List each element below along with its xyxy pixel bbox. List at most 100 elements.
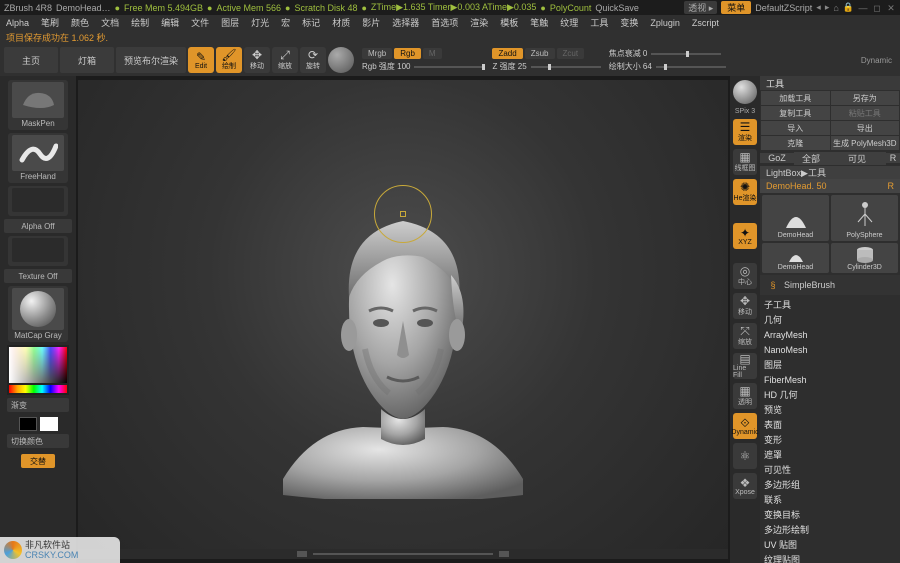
menu-工具[interactable]: 工具 xyxy=(590,16,608,29)
alpha-picker[interactable] xyxy=(8,186,68,216)
rgb-chip[interactable]: Rgb xyxy=(394,48,421,59)
material-picker[interactable]: MatCap Gray xyxy=(8,286,68,342)
menu-颜色[interactable]: 颜色 xyxy=(71,16,89,29)
z-intensity-slider[interactable]: Z 强度 25 xyxy=(492,61,600,72)
edit-mode-button[interactable]: ✎Edit xyxy=(188,47,214,73)
frame-button[interactable]: ◎中心 xyxy=(733,263,757,289)
zsub-chip[interactable]: Zsub xyxy=(525,48,555,59)
rotate-mode-button[interactable]: ⟳旋转 xyxy=(300,47,326,73)
menu-变换[interactable]: 变换 xyxy=(620,16,638,29)
paste-tool-button[interactable]: 粘贴工具 xyxy=(831,106,900,120)
menu-选择器[interactable]: 选择器 xyxy=(392,16,419,29)
accordion-item[interactable]: 几何 xyxy=(764,312,896,327)
load-tool-button[interactable]: 加载工具 xyxy=(761,91,830,105)
material-preview-sphere[interactable] xyxy=(733,80,757,104)
gradient-button[interactable]: 渐变 xyxy=(7,398,69,412)
accordion-item[interactable]: 表面 xyxy=(764,417,896,432)
make-polymesh-button[interactable]: 生成 PolyMesh3D xyxy=(831,136,900,150)
maximize-icon[interactable]: ◻ xyxy=(872,3,882,13)
history-back-icon[interactable]: ◂ xyxy=(816,2,821,13)
accordion-item[interactable]: 联系 xyxy=(764,492,896,507)
move-mode-button[interactable]: ✥移动 xyxy=(244,47,270,73)
import-button[interactable]: 导入 xyxy=(761,121,830,135)
draw-mode-button[interactable]: 🖌绘制 xyxy=(216,47,242,73)
zadd-chip[interactable]: Zadd xyxy=(492,48,522,59)
menu-图层[interactable]: 图层 xyxy=(221,16,239,29)
tool-thumb-demohead[interactable]: DemoHead xyxy=(762,195,829,241)
menu-文档[interactable]: 文档 xyxy=(101,16,119,29)
color-hue-strip[interactable] xyxy=(9,385,67,393)
texture-picker[interactable] xyxy=(8,236,68,266)
wireframe-button[interactable]: ▦线框图 xyxy=(733,149,757,175)
menu-纹理[interactable]: 纹理 xyxy=(560,16,578,29)
timeline-track[interactable] xyxy=(313,553,493,555)
simplebrush-row[interactable]: § SimpleBrush xyxy=(760,275,900,295)
bpr-button[interactable]: 预览布尔渲染 xyxy=(116,47,186,73)
menu-alpha[interactable]: Alpha xyxy=(6,18,29,28)
viewport[interactable] xyxy=(78,80,728,559)
menu-文件[interactable]: 文件 xyxy=(191,16,209,29)
accordion-item[interactable]: 子工具 xyxy=(764,297,896,312)
menu-模板[interactable]: 模板 xyxy=(500,16,518,29)
accordion-item[interactable]: 多边形绘制 xyxy=(764,522,896,537)
current-tool-header[interactable]: DemoHead. 50 R xyxy=(760,179,900,193)
accordion-item[interactable]: 纹理贴图 xyxy=(764,552,896,563)
perspective-toggle[interactable]: 透视 ▸ xyxy=(684,1,717,14)
color-picker[interactable] xyxy=(7,345,69,395)
stroke-picker[interactable]: FreeHand xyxy=(8,133,68,183)
color-sv-field[interactable] xyxy=(9,347,67,383)
minimize-icon[interactable]: — xyxy=(858,3,868,13)
dynamic-toggle[interactable]: Dynamic xyxy=(861,56,892,65)
accordion-item[interactable]: 预览 xyxy=(764,402,896,417)
timeline-next-icon[interactable] xyxy=(499,551,509,557)
lightbox-button[interactable]: 灯箱 xyxy=(60,47,114,73)
accordion-item[interactable]: HD 几何 xyxy=(764,387,896,402)
menu-绘制[interactable]: 绘制 xyxy=(131,16,149,29)
copy-tool-button[interactable]: 复制工具 xyxy=(761,106,830,120)
mrgb-chip[interactable]: Mrgb xyxy=(362,48,392,59)
lightbox-tools-button[interactable]: LightBox▶工具 xyxy=(760,166,900,179)
accordion-item[interactable]: 变换目标 xyxy=(764,507,896,522)
default-zscript[interactable]: DefaultZScript xyxy=(755,3,812,13)
xyz-button[interactable]: ✦XYZ xyxy=(733,223,757,249)
menu-影片[interactable]: 影片 xyxy=(362,16,380,29)
move-canvas-button[interactable]: ✥移动 xyxy=(733,293,757,319)
swatch-primary[interactable] xyxy=(40,417,58,431)
alpha-off-button[interactable]: Alpha Off xyxy=(4,219,72,233)
alternate-button[interactable]: 交替 xyxy=(21,454,55,468)
render-bpr-button[interactable]: ☰渲染 xyxy=(733,119,757,145)
rgb-intensity-slider[interactable]: Rgb 强度 100 xyxy=(362,61,484,72)
accordion-item[interactable]: ArrayMesh xyxy=(764,327,896,342)
m-chip[interactable]: M xyxy=(423,48,442,59)
goz-visible-button[interactable]: 可见 xyxy=(828,152,886,165)
export-button[interactable]: 导出 xyxy=(831,121,900,135)
menu-首选项[interactable]: 首选项 xyxy=(431,16,458,29)
current-material-swatch[interactable] xyxy=(328,47,354,73)
timeline-prev-icon[interactable] xyxy=(297,551,307,557)
draw-size-slider[interactable]: 绘制大小 64 xyxy=(609,61,726,72)
menu-宏[interactable]: 宏 xyxy=(281,16,290,29)
menu-button[interactable]: 菜单 xyxy=(721,1,751,14)
accordion-item[interactable]: 遮罩 xyxy=(764,447,896,462)
goz-button[interactable]: GoZ xyxy=(760,153,794,163)
accordion-item[interactable]: 多边形组 xyxy=(764,477,896,492)
menu-笔触[interactable]: 笔触 xyxy=(530,16,548,29)
quicksave[interactable]: QuickSave xyxy=(595,3,639,13)
menu-zplugin[interactable]: Zplugin xyxy=(650,18,680,28)
menu-标记[interactable]: 标记 xyxy=(302,16,320,29)
accordion-item[interactable]: UV 贴图 xyxy=(764,537,896,552)
tool-thumb-cylinder[interactable]: Cylinder3D xyxy=(831,243,898,273)
solo-button[interactable]: ⚛ xyxy=(733,443,757,469)
menu-渲染[interactable]: 渲染 xyxy=(470,16,488,29)
menu-灯光[interactable]: 灯光 xyxy=(251,16,269,29)
accordion-item[interactable]: 可见性 xyxy=(764,462,896,477)
tool-accordion[interactable]: 子工具几何ArrayMeshNanoMesh图层FiberMeshHD 几何预览… xyxy=(760,295,900,563)
he-render-button[interactable]: ✺He渲染 xyxy=(733,179,757,205)
zcut-chip[interactable]: Zcut xyxy=(557,48,585,59)
line-fill-button[interactable]: ▤Line Fill xyxy=(733,353,757,379)
accordion-item[interactable]: NanoMesh xyxy=(764,342,896,357)
home-icon[interactable]: ⌂ xyxy=(833,3,838,13)
switch-color-button[interactable]: 切换颜色 xyxy=(7,434,69,448)
timeline[interactable] xyxy=(78,549,728,559)
save-as-button[interactable]: 另存为 xyxy=(831,91,900,105)
